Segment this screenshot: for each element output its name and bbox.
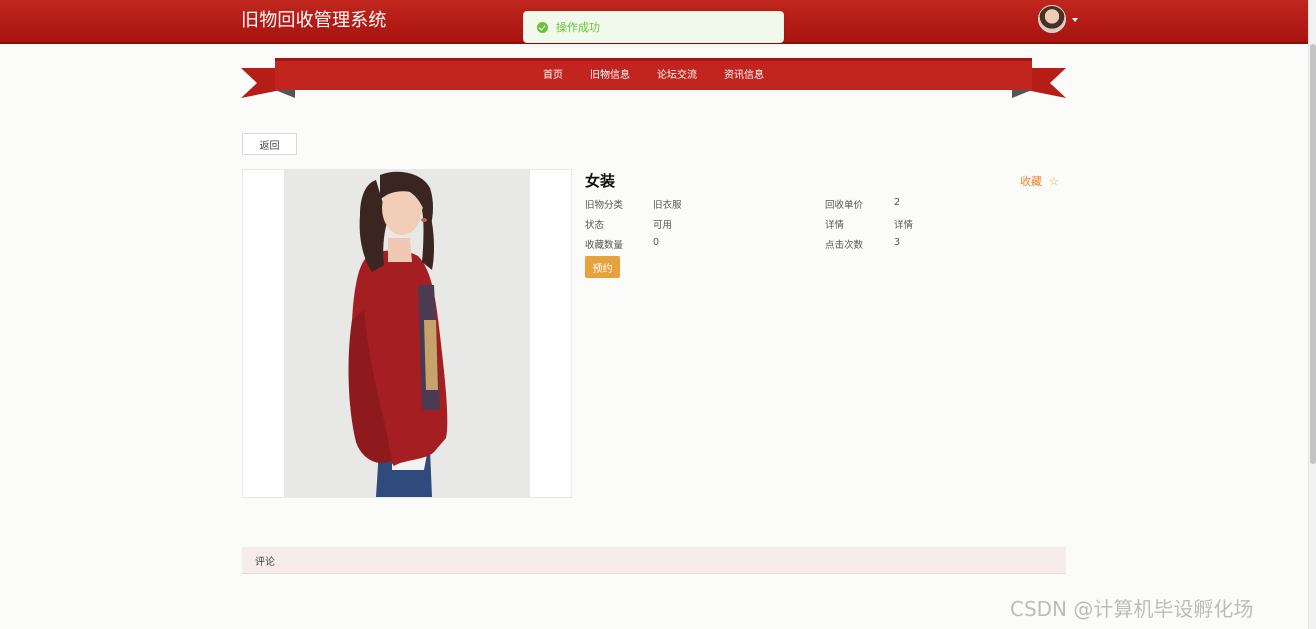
field-value-favorites: 0 <box>653 237 660 248</box>
user-avatar[interactable] <box>1038 5 1066 33</box>
field-label-category: 旧物分类 <box>585 200 624 211</box>
comments-header: 评论 <box>242 547 1066 574</box>
field-label-price: 回收单价 <box>825 200 864 211</box>
toast-message: 操作成功 <box>556 21 600 34</box>
success-toast: 操作成功 <box>523 11 784 43</box>
star-outline-icon[interactable]: ☆ <box>1049 176 1059 187</box>
caret-down-icon[interactable] <box>1072 18 1078 22</box>
product-name: 女装 <box>585 172 616 190</box>
check-circle-icon <box>537 21 548 33</box>
field-value-price: 2 <box>894 197 901 208</box>
nav-item-items[interactable]: 旧物信息 <box>590 66 630 81</box>
page-scrollbar[interactable] <box>1308 0 1316 629</box>
main-nav: 首页 旧物信息 论坛交流 资讯信息 <box>241 58 1066 88</box>
product-image-frame <box>242 169 572 498</box>
back-button[interactable]: 返回 <box>242 133 297 155</box>
field-value-detail: 详情 <box>894 220 914 231</box>
field-label-clicks: 点击次数 <box>825 240 864 251</box>
scrollbar-thumb[interactable] <box>1310 44 1316 464</box>
csdn-watermark: CSDN @计算机毕设孵化场 <box>1010 597 1254 621</box>
field-label-detail: 详情 <box>825 220 845 231</box>
field-value-category: 旧衣服 <box>653 200 682 211</box>
nav-item-forum[interactable]: 论坛交流 <box>657 66 697 81</box>
reserve-button[interactable]: 预约 <box>585 256 620 278</box>
photo-illustration <box>284 170 530 497</box>
nav-item-news[interactable]: 资讯信息 <box>724 66 764 81</box>
favorite-label[interactable]: 收藏 <box>1020 173 1042 189</box>
field-value-clicks: 3 <box>894 237 901 248</box>
product-photo <box>284 170 530 497</box>
field-label-status: 状态 <box>585 220 605 231</box>
comments-label: 评论 <box>255 556 275 568</box>
field-label-favorites: 收藏数量 <box>585 240 624 251</box>
favorite-button[interactable]: 收藏 ☆ <box>1020 173 1059 189</box>
field-value-status: 可用 <box>653 220 673 231</box>
app-title: 旧物回收管理系统 <box>241 10 387 31</box>
nav-item-home[interactable]: 首页 <box>543 66 563 81</box>
